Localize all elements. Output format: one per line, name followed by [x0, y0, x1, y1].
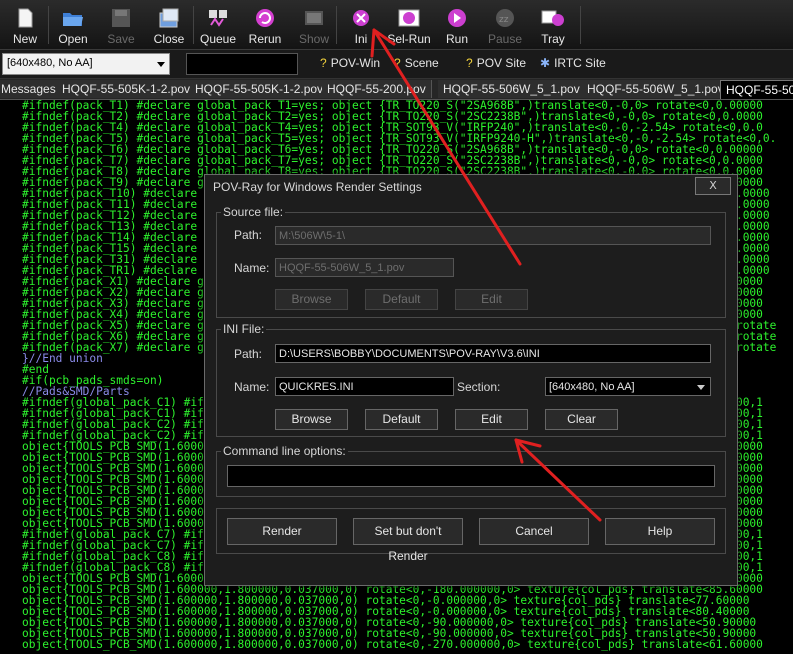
close-file-icon: [159, 8, 179, 28]
help-icon: ?: [320, 56, 327, 70]
render-settings-dialog: POV-Ray for Windows Render Settings X So…: [204, 174, 738, 586]
ini-name-field[interactable]: QUICKRES.INI: [275, 377, 454, 396]
command-input[interactable]: [186, 53, 298, 75]
ini-default-button[interactable]: Default: [365, 409, 438, 430]
settings-bar: [640x480, No AA] ? POV-Win ? Scene ? POV Si…: [0, 50, 793, 79]
pov-win-link[interactable]: ? POV-Win: [320, 56, 380, 70]
tab-active-file[interactable]: HQQF-55-50: [720, 80, 793, 99]
toolbar-divider: [336, 6, 337, 44]
irtc-icon: ✱: [540, 56, 551, 70]
tab-file[interactable]: HQQF-55-200.pov: [322, 80, 432, 98]
scene-link[interactable]: ? Scene: [394, 56, 439, 70]
show-button[interactable]: Show: [291, 3, 337, 47]
tray-icon: [541, 10, 564, 26]
sel-run-icon: [398, 9, 420, 27]
svg-text:zz: zz: [499, 15, 509, 25]
ini-edit-button[interactable]: Edit: [455, 409, 528, 430]
pause-icon: zz: [496, 9, 514, 27]
source-name-field: HQQF-55-506W_5_1.pov: [275, 258, 454, 277]
sel-run-button[interactable]: Sel-Run: [386, 3, 432, 47]
source-default-button[interactable]: Default: [365, 289, 438, 310]
irtc-site-link[interactable]: ✱ IRTC Site: [540, 56, 606, 70]
tab-file[interactable]: HQQF-55-505K-1-2.pov: [57, 80, 197, 98]
ini-browse-button[interactable]: Browse: [275, 409, 348, 430]
open-folder-icon: [63, 13, 83, 26]
code-line: object{TOOLS_PCB_SMD(1.600000,1.800000,0…: [22, 638, 763, 651]
rerun-icon: [256, 9, 274, 27]
help-icon: ?: [466, 56, 473, 70]
tab-file[interactable]: HQQF-55-505K-1-2.pov: [190, 80, 330, 98]
close-icon[interactable]: X: [695, 177, 731, 195]
tab-file[interactable]: HQQF-55-506W_5_1.pov: [582, 80, 730, 98]
queue-icon: [209, 10, 227, 27]
pov-site-link[interactable]: ? POV Site: [466, 56, 526, 70]
cancel-button[interactable]: Cancel: [479, 518, 589, 545]
tab-messages[interactable]: Messages: [0, 80, 62, 98]
open-button[interactable]: Open: [50, 3, 96, 47]
chevron-down-icon: [697, 385, 705, 390]
toolbar-divider: [48, 6, 49, 44]
pause-button[interactable]: zz Pause: [482, 3, 528, 47]
show-icon: [305, 11, 323, 25]
toolbar-divider: [580, 6, 581, 44]
ini-button[interactable]: Ini: [338, 3, 384, 47]
editor-tabs: Messages HQQF-55-505K-1-2.pov HQQF-55-50…: [0, 79, 793, 100]
run-icon: [448, 9, 466, 27]
ini-clear-button[interactable]: Clear: [545, 409, 618, 430]
new-button[interactable]: New: [2, 3, 48, 47]
toolbar-divider: [193, 6, 194, 44]
ini-section-select[interactable]: [640x480, No AA]: [545, 377, 711, 396]
tab-file[interactable]: HQQF-55-506W_5_1.pov: [438, 80, 586, 98]
resolution-select[interactable]: [640x480, No AA]: [2, 53, 170, 75]
save-button[interactable]: Save: [98, 3, 144, 47]
ini-icon: [353, 10, 369, 26]
rerun-button[interactable]: Rerun: [242, 3, 288, 47]
chevron-down-icon: [157, 62, 165, 67]
source-browse-button[interactable]: Browse: [275, 289, 348, 310]
source-edit-button[interactable]: Edit: [455, 289, 528, 310]
tray-button[interactable]: Tray: [530, 3, 576, 47]
help-button[interactable]: Help: [605, 518, 715, 545]
ini-path-field[interactable]: D:\USERS\BOBBY\DOCUMENTS\POV-RAY\V3.6\IN…: [275, 344, 711, 363]
main-toolbar: New Open Save Close Queue Rerun Show Ini…: [0, 0, 793, 50]
render-button[interactable]: Render: [227, 518, 337, 545]
close-button[interactable]: Close: [146, 3, 192, 47]
help-icon: ?: [394, 56, 401, 70]
source-path-field: M:\506W\5-1\: [275, 226, 711, 245]
queue-button[interactable]: Queue: [195, 3, 241, 47]
run-button[interactable]: Run: [434, 3, 480, 47]
set-but-dont-render-button[interactable]: Set but don't Render: [353, 518, 463, 563]
save-icon: [112, 9, 130, 27]
dialog-title: POV-Ray for Windows Render Settings: [213, 180, 422, 194]
new-file-icon: [18, 8, 33, 28]
command-line-field[interactable]: [227, 465, 715, 487]
